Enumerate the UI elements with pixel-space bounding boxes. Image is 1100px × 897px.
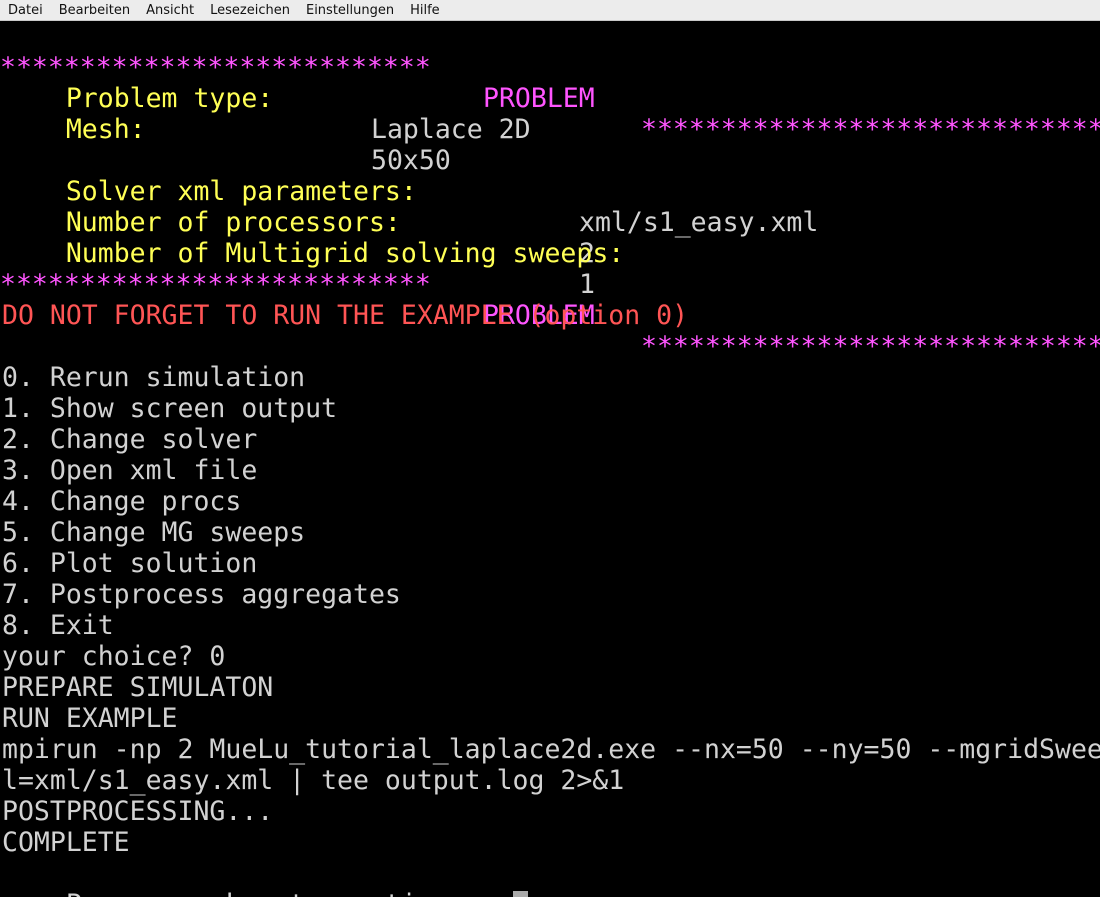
problem-type-row: Problem type: Laplace 2D (2, 52, 1100, 145)
output-line: mpirun -np 2 MueLu_tutorial_laplace2d.ex… (2, 734, 1100, 765)
terminal-output[interactable]: *************************** PROBLEM ****… (0, 21, 1100, 897)
problem-type-value: Laplace 2D (371, 114, 531, 145)
output-line: POSTPROCESSING... (2, 796, 274, 827)
menu-option-5: 5. Change MG sweeps (2, 517, 306, 548)
menu-option-7: 7. Postprocess aggregates (2, 579, 401, 610)
sweeps-value: 1 (579, 269, 595, 300)
text-cursor[interactable] (512, 891, 528, 897)
menu-datei[interactable]: Datei (8, 0, 43, 21)
menu-einstellungen[interactable]: Einstellungen (306, 0, 394, 21)
menu-option-2: 2. Change solver (2, 424, 258, 455)
menu-option-4: 4. Change procs (2, 486, 242, 517)
menu-bearbeiten[interactable]: Bearbeiten (59, 0, 130, 21)
mesh-row: Mesh: 50x50 (2, 83, 1100, 176)
menu-option-1: 1. Show screen output (2, 393, 338, 424)
banner-stars-left: *************************** (0, 269, 431, 300)
menu-option-3: 3. Open xml file (2, 455, 258, 486)
menu-lesezeichen[interactable]: Lesezeichen (210, 0, 290, 21)
procs-row: Number of processors: 2 (2, 176, 1100, 269)
banner-stars-right: ***************************** (641, 114, 1100, 145)
continue-prompt: Press any key to continue... (66, 889, 513, 897)
menu-bar: Datei Bearbeiten Ansicht Lesezeichen Ein… (0, 0, 1100, 21)
banner-stars-right: ***************************** (641, 331, 1100, 362)
menu-option-0: 0. Rerun simulation (2, 362, 306, 393)
choice-prompt: your choice? 0 (2, 641, 226, 672)
continue-prompt-line: Press any key to continue... (2, 858, 528, 897)
output-line: PREPARE SIMULATON (2, 672, 274, 703)
mesh-label: Mesh: (65, 114, 146, 145)
output-line: COMPLETE (2, 827, 130, 858)
banner-top: *************************** PROBLEM ****… (0, 21, 1100, 145)
sweeps-row: Number of Multigrid solving sweeps: 1 (2, 207, 1100, 300)
menu-option-6: 6. Plot solution (2, 548, 258, 579)
solver-row: Solver xml parameters: xml/s1_easy.xml (2, 145, 1100, 238)
banner-bottom: *************************** PROBLEM ****… (0, 238, 1100, 362)
menu-option-8: 8. Exit (2, 610, 114, 641)
menu-ansicht[interactable]: Ansicht (146, 0, 194, 21)
menu-hilfe[interactable]: Hilfe (410, 0, 440, 21)
output-line: l=xml/s1_easy.xml | tee output.log 2>&1 (2, 765, 625, 796)
output-line: RUN EXAMPLE (2, 703, 178, 734)
warning-line: DO NOT FORGET TO RUN THE EXAMPLE (option… (2, 300, 689, 331)
